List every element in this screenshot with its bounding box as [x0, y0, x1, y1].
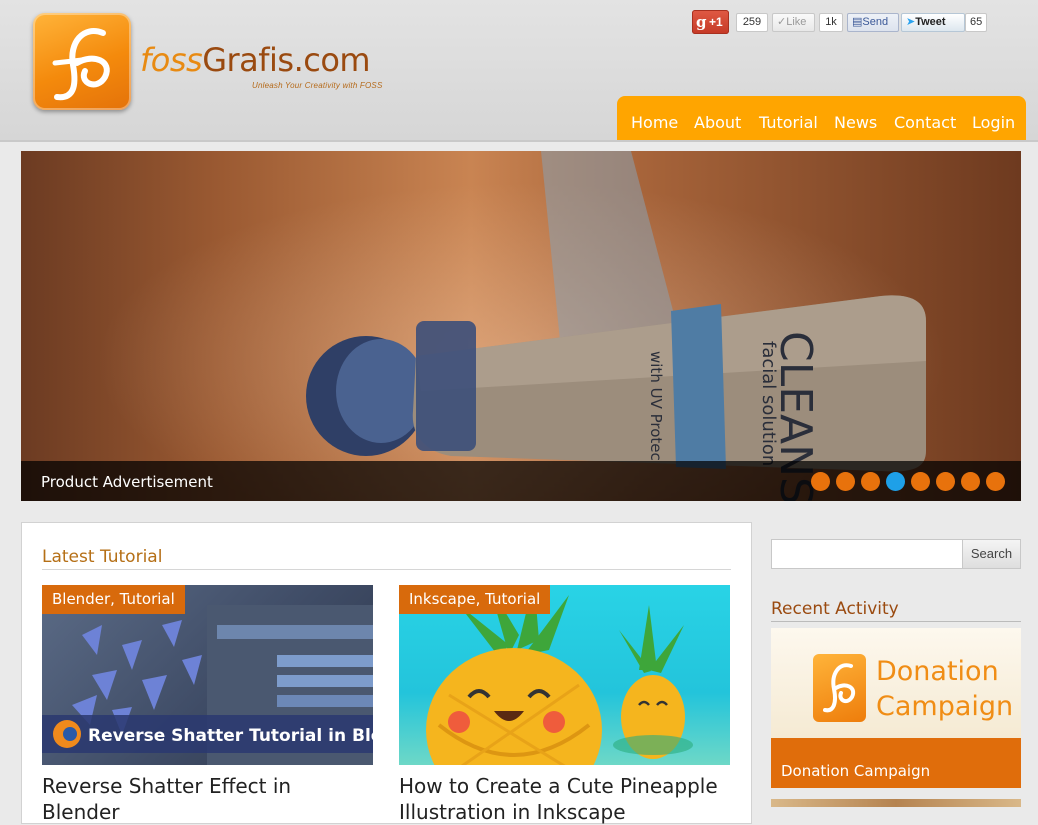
send-icon: ▤: [852, 16, 863, 28]
site-name-part1: foss: [140, 41, 203, 79]
tutorial-thumbnail[interactable]: Inkscape, Tutorial: [399, 585, 730, 765]
site-name-part2: Grafis.com: [202, 41, 371, 79]
nav-about[interactable]: About: [694, 113, 741, 132]
section-title: Latest Tutorial: [42, 547, 163, 567]
google-plus-icon: g: [696, 13, 707, 31]
donation-image-text-2: Campaign: [876, 691, 1014, 722]
slide-product-image: CLEANS facial solution with UV Protec: [306, 151, 926, 501]
tutorial-title[interactable]: How to Create a Cute Pineapple Illustrat…: [399, 773, 730, 825]
donation-image-text-1: Donation: [876, 656, 999, 687]
latest-tutorial-section: Latest Tutorial Reverse Shatter Tutorial…: [21, 522, 752, 824]
slider-dot-1[interactable]: [811, 472, 830, 491]
svg-text:with UV Protec: with UV Protec: [647, 351, 665, 461]
facebook-send-button[interactable]: ▤Send: [847, 13, 899, 32]
site-tagline: Unleash Your Creativity with FOSS: [252, 81, 383, 90]
donation-logo-icon: [813, 654, 866, 722]
slider-dot-3[interactable]: [861, 472, 880, 491]
donation-campaign-card[interactable]: Donation Campaign Donation Campaign: [771, 628, 1021, 788]
featured-slider[interactable]: CLEANS facial solution with UV Protec Pr…: [21, 151, 1021, 501]
tutorial-title[interactable]: Reverse Shatter Effect in Blender: [42, 773, 373, 825]
recent-activity-divider: [771, 621, 1021, 622]
search-input[interactable]: [771, 539, 967, 569]
nav-login[interactable]: Login: [972, 113, 1015, 132]
google-plus-count: 259: [736, 13, 768, 32]
nav-contact[interactable]: Contact: [894, 113, 956, 132]
donation-label[interactable]: Donation Campaign: [781, 762, 930, 780]
site-name[interactable]: fossGrafis.com: [140, 41, 371, 79]
nav-tutorial[interactable]: Tutorial: [759, 113, 818, 132]
like-count: 1k: [819, 13, 843, 32]
slider-dot-5[interactable]: [911, 472, 930, 491]
site-logo-icon[interactable]: [33, 13, 131, 110]
tutorial-category-tag[interactable]: Blender, Tutorial: [42, 585, 185, 614]
slider-dot-4-active[interactable]: [886, 472, 905, 491]
google-plus-button[interactable]: g +1: [692, 10, 729, 34]
tutorial-thumbnail[interactable]: Reverse Shatter Tutorial in Blender Blen…: [42, 585, 373, 765]
like-check-icon: ✓: [777, 16, 787, 28]
nav-news[interactable]: News: [834, 113, 877, 132]
next-activity-thumbnail[interactable]: [771, 799, 1021, 807]
search-button[interactable]: Search: [962, 539, 1021, 569]
facebook-like-button[interactable]: ✓Like: [772, 13, 815, 32]
slider-dot-6[interactable]: [936, 472, 955, 491]
svg-text:facial solution: facial solution: [758, 341, 779, 466]
tweet-count: 65: [965, 13, 987, 32]
donation-image[interactable]: Donation Campaign: [771, 628, 1021, 738]
nav-home[interactable]: Home: [631, 113, 678, 132]
svg-text:Reverse Shatter Tutorial in Bl: Reverse Shatter Tutorial in Blender: [88, 726, 373, 746]
logo-swirl-icon: [52, 28, 110, 101]
section-divider: [42, 569, 731, 570]
slider-dot-2[interactable]: [836, 472, 855, 491]
tutorial-category-tag[interactable]: Inkscape, Tutorial: [399, 585, 551, 614]
tweet-button[interactable]: ➤Tweet: [901, 13, 965, 32]
recent-activity-title: Recent Activity: [771, 599, 899, 619]
slider-dot-7[interactable]: [961, 472, 980, 491]
twitter-bird-icon: ➤: [906, 16, 916, 28]
site-header: fossGrafis.com Unleash Your Creativity w…: [0, 0, 1038, 142]
slide-caption: Product Advertisement: [41, 473, 213, 491]
donation-label-bar[interactable]: Donation Campaign: [771, 738, 1021, 788]
slide-caption-bar: Product Advertisement: [21, 461, 1021, 501]
slider-dot-8[interactable]: [986, 472, 1005, 491]
main-nav: Home About Tutorial News Contact Login: [617, 96, 1026, 140]
